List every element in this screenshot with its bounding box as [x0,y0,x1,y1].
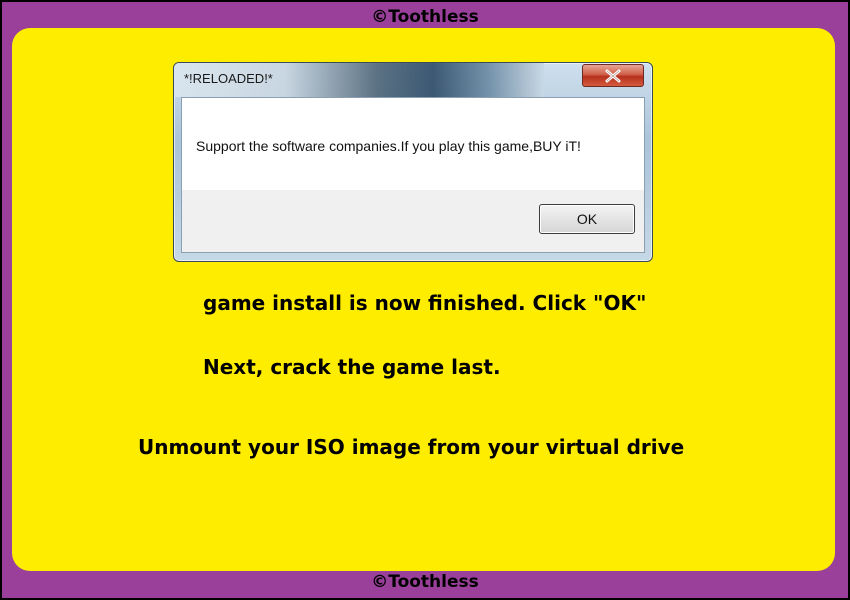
instruction-unmount-iso: Unmount your ISO image from your virtual… [138,435,685,459]
screenshot-canvas: ©Toothless *!RELOADED!* Support the soft… [0,0,850,600]
instruction-crack-game: Next, crack the game last. [203,355,501,379]
ok-button[interactable]: OK [539,204,635,234]
close-x-icon [605,69,621,82]
close-button[interactable] [582,64,644,87]
instruction-install-finished: game install is now finished. Click "OK" [203,291,647,315]
dialog-body: Support the software companies.If you pl… [181,97,645,253]
credit-top: ©Toothless [371,7,479,27]
message-dialog: *!RELOADED!* Support the software compan… [173,62,653,262]
dialog-title: *!RELOADED!* [184,71,273,86]
dialog-message: Support the software companies.If you pl… [196,138,581,154]
credit-bottom: ©Toothless [371,572,479,592]
dialog-button-strip: OK [182,190,644,252]
